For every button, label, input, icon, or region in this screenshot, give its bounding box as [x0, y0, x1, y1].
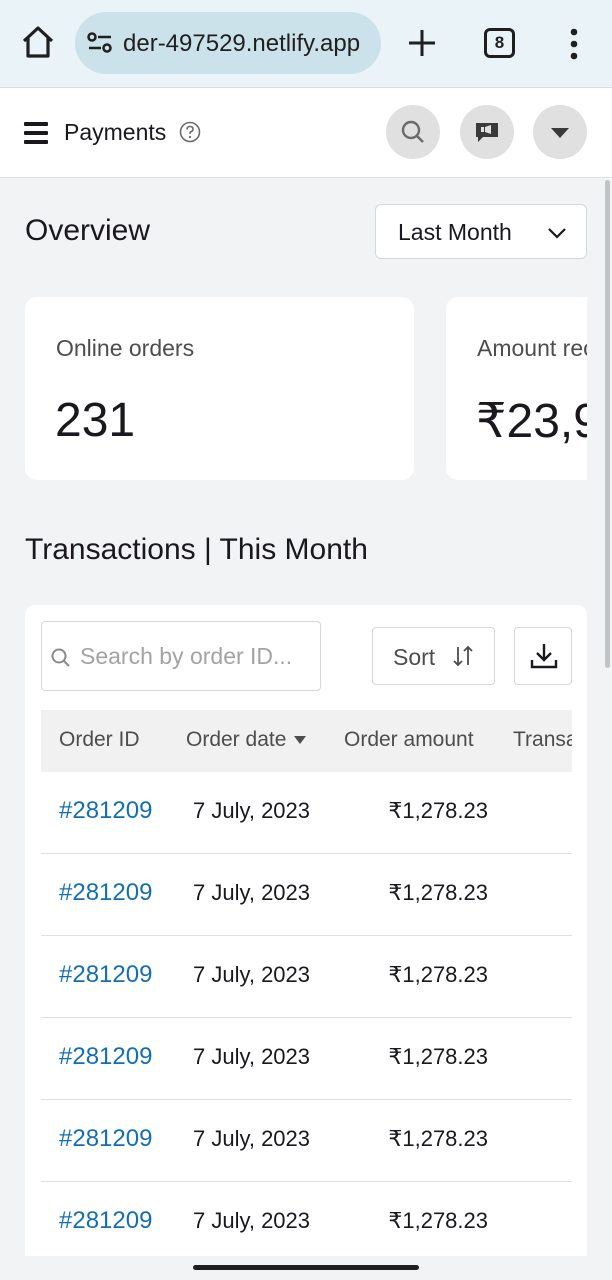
order-date: 7 July, 2023	[193, 1126, 311, 1151]
table-row[interactable]: #281209 7 July, 2023 ₹1,278.23	[41, 936, 572, 1018]
table-row[interactable]: #281209 7 July, 2023 ₹1,278.23	[41, 854, 572, 936]
stat-label: Online orders	[56, 335, 195, 361]
order-id-link[interactable]: #281209	[59, 1043, 152, 1071]
overview-title: Overview	[25, 214, 151, 247]
table-header: Order ID Order date Order amount Transac…	[41, 710, 572, 772]
order-id-link[interactable]: #281209	[59, 797, 152, 825]
transactions-title: Transactions | This Month	[25, 533, 368, 566]
announcements-button[interactable]	[460, 105, 514, 159]
tab-switcher-icon[interactable]: 8	[484, 28, 515, 58]
order-amount: ₹1,278.23	[388, 1208, 488, 1233]
column-header-transaction-fees[interactable]: Transaction fees	[513, 728, 572, 752]
period-select-label: Last Month	[398, 219, 512, 245]
search-button[interactable]	[386, 105, 440, 159]
order-id-link[interactable]: #281209	[59, 1207, 152, 1235]
column-header-order-id[interactable]: Order ID	[59, 728, 140, 752]
tune-icon[interactable]	[87, 32, 113, 54]
help-circle-icon[interactable]	[179, 121, 201, 143]
table-row[interactable]: #281209 7 July, 2023 ₹1,278.23	[41, 1182, 572, 1264]
url-text: der-497529.netlify.app	[123, 30, 361, 57]
download-icon	[530, 644, 558, 669]
order-amount: ₹1,278.23	[388, 880, 488, 905]
table-row[interactable]: #281209 7 July, 2023 ₹1,278.23	[41, 1018, 572, 1100]
order-amount: ₹1,278.23	[388, 798, 488, 823]
address-bar[interactable]: der-497529.netlify.app	[75, 12, 381, 74]
megaphone-chat-icon	[476, 123, 498, 142]
table-row[interactable]: #281209 7 July, 2023 ₹1,278.23	[41, 772, 572, 854]
more-vert-icon[interactable]	[562, 27, 586, 61]
order-amount: ₹1,278.23	[388, 1126, 488, 1151]
search-input[interactable]	[80, 640, 316, 672]
sort-button[interactable]: Sort	[372, 627, 495, 685]
order-date: 7 July, 2023	[193, 1208, 311, 1233]
table-row[interactable]: #281209 7 July, 2023 ₹1,278.23	[41, 1100, 572, 1182]
sort-button-label: Sort	[393, 644, 436, 670]
chevron-down-icon	[548, 228, 566, 239]
order-id-link[interactable]: #281209	[59, 879, 152, 907]
tab-count: 8	[494, 33, 505, 52]
transactions-table: Order ID Order date Order amount Transac…	[41, 710, 572, 1270]
stat-value: 231	[55, 394, 136, 447]
period-select[interactable]: Last Month	[375, 204, 587, 259]
column-header-label: Order date	[186, 728, 287, 751]
order-id-link[interactable]: #281209	[59, 1125, 152, 1153]
search-icon	[401, 120, 424, 143]
column-header-order-amount[interactable]: Order amount	[344, 728, 474, 752]
hamburger-icon[interactable]	[24, 122, 48, 144]
order-date: 7 July, 2023	[193, 798, 311, 823]
plus-icon[interactable]	[404, 25, 440, 61]
scrollbar[interactable]	[605, 180, 610, 668]
order-date: 7 July, 2023	[193, 1044, 311, 1069]
search-box[interactable]	[41, 621, 321, 691]
order-id-link[interactable]: #281209	[59, 961, 152, 989]
order-amount: ₹1,278.23	[388, 1044, 488, 1069]
stat-card-amount-received: Amount received ₹23,92,312.19	[446, 297, 587, 480]
home-icon[interactable]	[18, 22, 58, 62]
column-header-order-date[interactable]: Order date	[186, 728, 307, 752]
account-dropdown-button[interactable]	[533, 105, 587, 159]
stat-label: Amount received	[477, 335, 587, 361]
stat-card-online-orders: Online orders 231	[25, 297, 414, 480]
order-amount: ₹1,278.23	[388, 962, 488, 987]
download-button[interactable]	[514, 627, 572, 685]
page-title: Payments	[64, 119, 167, 145]
order-date: 7 July, 2023	[193, 962, 311, 987]
stat-value: ₹23,92,312.19	[476, 395, 587, 448]
order-date: 7 July, 2023	[193, 880, 311, 905]
caret-down-icon	[551, 128, 569, 138]
sort-arrows-icon	[453, 645, 473, 667]
sort-down-icon	[294, 736, 307, 745]
gesture-handle[interactable]	[193, 1265, 419, 1270]
search-icon	[51, 648, 70, 667]
